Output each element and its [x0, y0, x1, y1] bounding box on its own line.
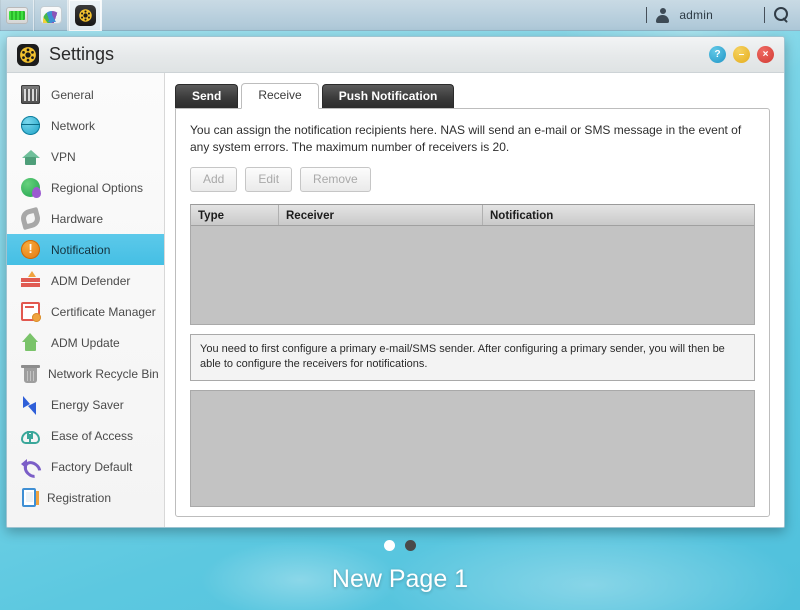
tab-push-notification[interactable]: Push Notification [321, 84, 455, 109]
minimize-button[interactable]: – [733, 46, 750, 63]
globe-icon [21, 116, 40, 135]
table-body-empty [191, 226, 754, 324]
sidebar-item-general[interactable]: General [7, 79, 164, 110]
separator [646, 7, 648, 23]
desktop-page-title: New Page 1 [331, 565, 469, 593]
separator [764, 7, 765, 23]
clipboard-icon [22, 488, 39, 507]
sidebar-item-label: VPN [51, 149, 76, 164]
remove-button[interactable]: Remove [300, 167, 371, 192]
sidebar-item-label: Factory Default [51, 459, 133, 474]
general-icon [21, 85, 40, 104]
secondary-empty-pane [190, 390, 755, 507]
sidebar-item-adm-update[interactable]: ADM Update [7, 327, 164, 358]
monitor-icon [6, 6, 28, 24]
sidebar-item-label: ADM Update [51, 335, 120, 350]
gear-icon [74, 4, 96, 26]
sidebar-item-label: General [51, 87, 94, 102]
taskbar-item-monitor[interactable] [0, 0, 34, 31]
column-header-notification[interactable]: Notification [483, 205, 754, 225]
sidebar-item-vpn[interactable]: VPN [7, 141, 164, 172]
lightning-icon [21, 395, 40, 415]
globe-pin-icon [21, 178, 41, 198]
settings-sidebar: General Network VPN Regional Options Har… [7, 73, 165, 527]
taskbar-user-name: admin [679, 8, 713, 22]
sidebar-item-label: ADM Defender [51, 273, 131, 288]
desktop-pager [0, 540, 800, 551]
hardware-icon [18, 206, 43, 231]
sidebar-item-label: Energy Saver [51, 397, 124, 412]
undo-arrow-icon [21, 457, 40, 476]
sidebar-item-label: Network [51, 118, 96, 133]
taskbar-apps [0, 0, 102, 31]
person-icon[interactable] [656, 7, 670, 23]
sidebar-item-notification[interactable]: Notification [7, 234, 164, 265]
add-button[interactable]: Add [190, 167, 238, 192]
receive-panel: You can assign the notification recipien… [175, 108, 770, 517]
column-header-receiver[interactable]: Receiver [279, 205, 483, 225]
sidebar-item-registration[interactable]: Registration [7, 482, 164, 513]
pager-dot-1[interactable] [384, 540, 395, 551]
sidebar-item-label: Notification [51, 242, 111, 257]
taskbar-item-settings[interactable] [68, 0, 102, 31]
sidebar-item-ease-of-access[interactable]: Ease of Access [7, 420, 164, 451]
notification-tabs: Send Receive Push Notification [175, 83, 770, 109]
table-header-row: Type Receiver Notification [191, 205, 754, 226]
close-button[interactable]: × [757, 46, 774, 63]
search-icon[interactable] [774, 7, 790, 23]
column-header-type[interactable]: Type [191, 205, 279, 225]
sidebar-item-certificate-manager[interactable]: Certificate Manager [7, 296, 164, 327]
edit-button[interactable]: Edit [245, 167, 293, 192]
rainbow-icon [40, 6, 62, 24]
certificate-icon [21, 302, 41, 322]
sidebar-item-label: Regional Options [51, 180, 144, 195]
gear-icon [17, 43, 39, 66]
sidebar-item-label: Registration [47, 490, 112, 505]
window-title: Settings [49, 44, 115, 64]
sidebar-item-label: Hardware [51, 211, 104, 226]
taskbar: admin [0, 0, 800, 31]
sidebar-item-energy-saver[interactable]: Energy Saver [7, 389, 164, 420]
window-body: General Network VPN Regional Options Har… [7, 73, 784, 527]
firewall-icon [21, 271, 40, 290]
info-message: You need to first configure a primary e-… [190, 334, 755, 381]
sidebar-item-hardware[interactable]: Hardware [7, 203, 164, 234]
up-arrow-icon [21, 333, 40, 352]
sidebar-item-network-recycle-bin[interactable]: Network Recycle Bin [7, 358, 164, 389]
sidebar-item-factory-default[interactable]: Factory Default [7, 451, 164, 482]
taskbar-item-rainbow[interactable] [34, 0, 68, 31]
sidebar-item-label: Certificate Manager [51, 304, 156, 319]
taskbar-status-area: admin [637, 0, 800, 31]
panel-description: You can assign the notification recipien… [190, 123, 742, 154]
sidebar-item-label: Ease of Access [51, 428, 134, 443]
help-button[interactable]: ? [709, 46, 726, 63]
cloud-upload-icon [21, 430, 40, 444]
settings-content: Send Receive Push Notification You can a… [165, 73, 784, 527]
window-controls: ? – × [709, 46, 774, 63]
sidebar-item-regional-options[interactable]: Regional Options [7, 172, 164, 203]
sidebar-item-network[interactable]: Network [7, 110, 164, 141]
house-icon [21, 147, 40, 166]
settings-window: Settings ? – × General Network VPN Regio… [6, 36, 785, 528]
pager-dot-2[interactable] [405, 540, 416, 551]
sidebar-item-adm-defender[interactable]: ADM Defender [7, 265, 164, 296]
trash-icon [21, 364, 40, 383]
sidebar-item-label: Network Recycle Bin [48, 366, 159, 381]
warning-icon [21, 239, 40, 259]
tab-receive[interactable]: Receive [241, 83, 319, 109]
receivers-table: Type Receiver Notification [190, 204, 755, 325]
window-titlebar[interactable]: Settings ? – × [7, 37, 784, 73]
tab-send[interactable]: Send [175, 84, 239, 109]
receiver-toolbar: Add Edit Remove [190, 167, 755, 192]
